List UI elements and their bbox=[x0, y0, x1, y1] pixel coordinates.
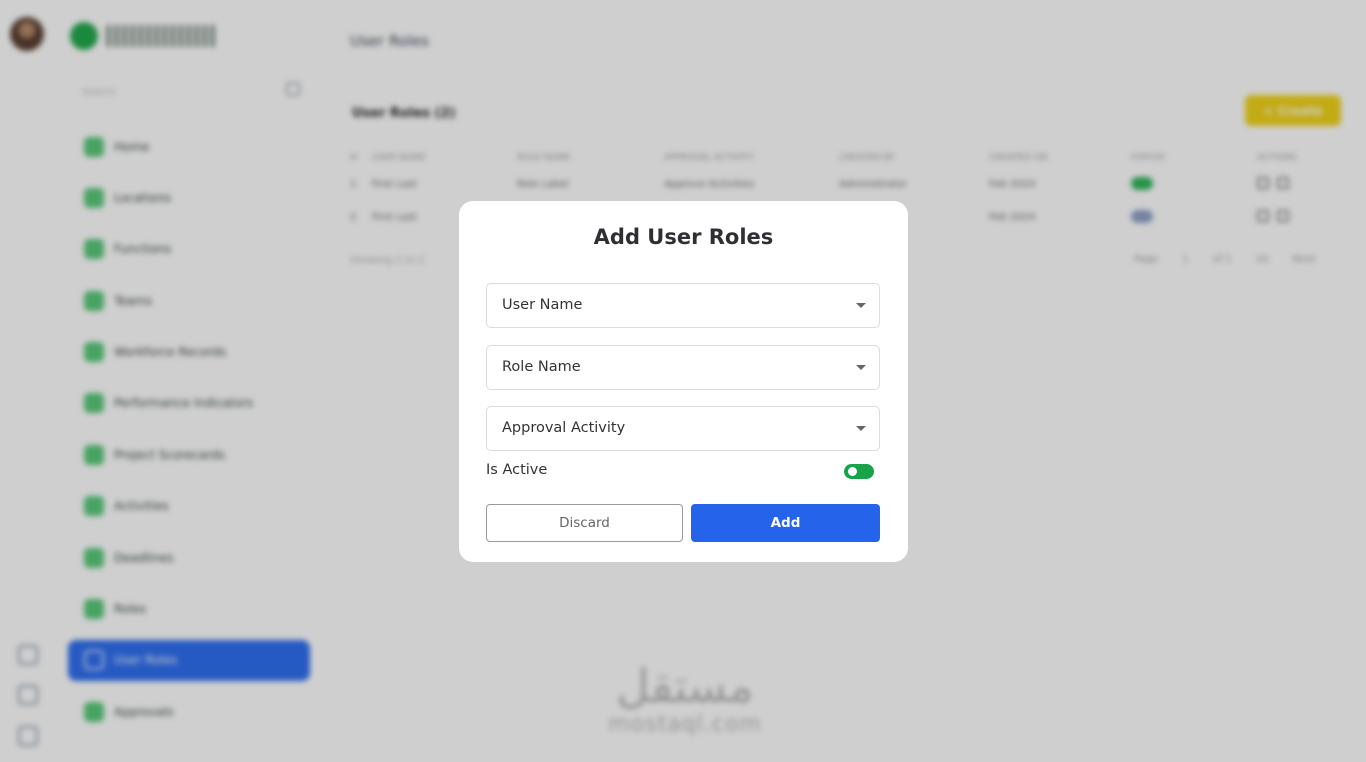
approval-activity-select[interactable]: Approval Activity bbox=[486, 406, 880, 451]
role-name-label: Role Name bbox=[502, 359, 581, 375]
chevron-down-icon bbox=[856, 303, 866, 308]
add-user-roles-dialog: Add User Roles User Name Role Name Appro… bbox=[459, 201, 908, 562]
approval-activity-label: Approval Activity bbox=[502, 420, 626, 436]
user-name-label: User Name bbox=[502, 297, 583, 313]
chevron-down-icon bbox=[856, 365, 866, 370]
is-active-toggle[interactable] bbox=[844, 464, 874, 479]
toggle-knob bbox=[848, 467, 857, 476]
chevron-down-icon bbox=[856, 426, 866, 431]
dialog-title: Add User Roles bbox=[593, 225, 774, 249]
add-button[interactable]: Add bbox=[691, 504, 880, 542]
user-name-select[interactable]: User Name bbox=[486, 283, 880, 328]
discard-button[interactable]: Discard bbox=[486, 504, 683, 542]
role-name-select[interactable]: Role Name bbox=[486, 345, 880, 390]
is-active-label: Is Active bbox=[486, 462, 548, 478]
